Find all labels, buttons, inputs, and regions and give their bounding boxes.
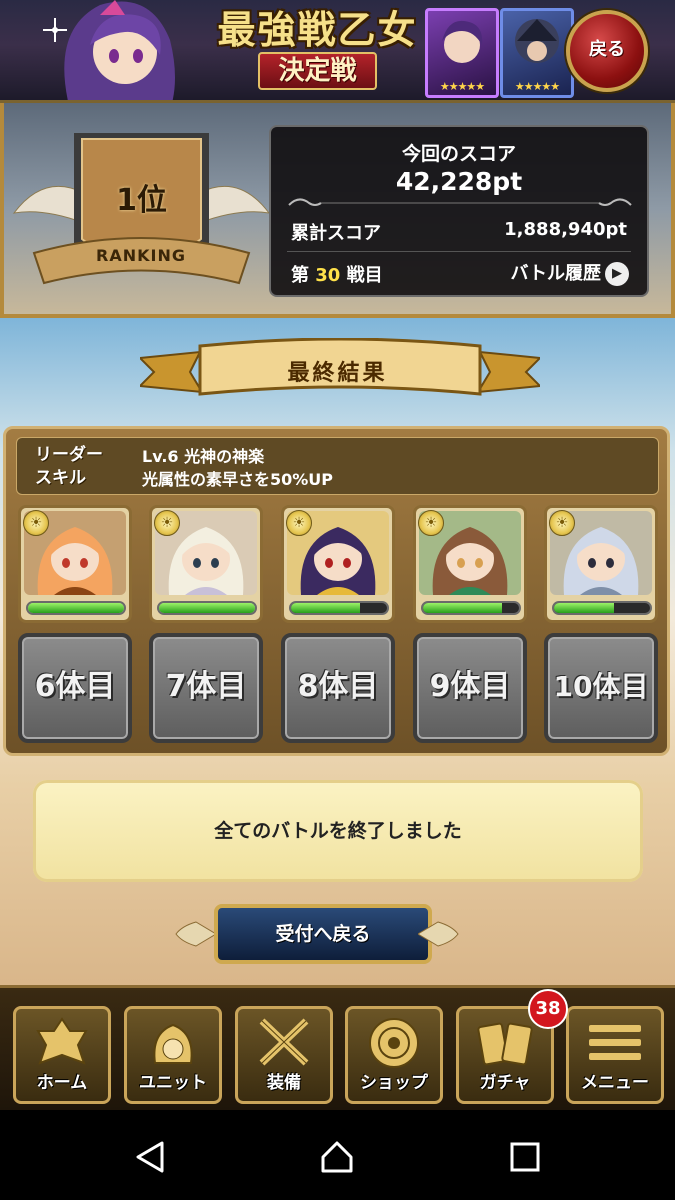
featured-card-1: ★★★★★ [425,8,499,98]
unit-card-1[interactable]: ☀ [18,505,132,623]
card-portrait-1 [442,20,483,63]
leader-skill-name: Lv.6 光神の神楽 [142,447,265,466]
return-to-reception-button[interactable]: 受付へ戻る [214,904,432,964]
unit-card-5[interactable]: ☀ [544,505,658,623]
empty-slot-10[interactable]: 10体目 [544,633,658,743]
featured-card-2: ★★★★★ [500,8,574,98]
empty-slot-8[interactable]: 8体目 [281,633,395,743]
nav-shop-label: ショップ [360,1073,428,1093]
leader-skill-label: リーダー スキル [35,444,125,490]
nav-home-button[interactable]: ホーム [13,1006,111,1104]
nav-shop-button[interactable]: ショップ [345,1006,443,1104]
home-crest-icon [36,1017,88,1065]
battle-history-label: バトル履歴 [510,263,601,284]
total-score-label: 累計スコア [291,223,381,244]
hp-fill [423,603,502,613]
leader-label-line2: スキル [35,468,86,488]
light-element-icon: ☀ [286,510,312,536]
light-element-icon: ☀ [418,510,444,536]
banner-character-illustration [43,0,175,100]
score-panel: 1位 RANKING 今回のスコア 42,228pt 累計スコア 1,888,9… [0,103,675,318]
empty-slot-7[interactable]: 7体目 [149,633,263,743]
unit-hp-bar-5 [552,601,652,615]
ornament-right-icon [418,921,459,947]
leader-skill-text: Lv.6 光神の神楽 光属性の素早さを50%UP [142,445,333,491]
unit-card-3[interactable]: ☀ [281,505,395,623]
recent-apps-icon[interactable] [505,1137,545,1177]
hp-fill [159,603,255,613]
light-element-icon: ☀ [23,510,49,536]
event-banner: 最強戦乙女 決定戦 ★★★★★ ★★★★★ 戻る [0,0,675,103]
battle-count-suffix: 戦目 [346,265,383,286]
event-title-sub: 決定戦 [258,52,377,90]
nav-gacha-label: ガチャ [479,1073,531,1093]
nav-home-label: ホーム [36,1073,88,1093]
unit-hp-bar-4 [421,601,521,615]
event-title-main: 最強戦乙女 [217,7,418,52]
ranking-label: RANKING [96,246,186,265]
light-element-icon: ☀ [154,510,180,536]
ornament-left-icon [175,921,216,947]
hp-fill [28,603,124,613]
menu-lines-icon [589,1025,641,1060]
hp-fill [554,603,614,613]
unit-hp-bar-3 [289,601,389,615]
shop-medallion-icon [369,1018,419,1068]
empty-slot-6[interactable]: 6体目 [18,633,132,743]
crossed-swords-icon [259,1018,309,1066]
battle-count: 第 30 戦目 [291,261,383,287]
return-button-frame: 受付へ戻る [172,898,502,970]
back-triangle-icon[interactable] [130,1137,170,1177]
battle-count-prefix: 第 [291,265,309,286]
nav-equipment-label: 装備 [267,1073,301,1093]
play-arrow-icon: ▶ [605,262,629,286]
card-rarity-stars-2: ★★★★★ [514,80,560,93]
current-score-label: 今回のスコア [401,143,516,165]
completion-message: 全てのバトルを終了しました [214,820,462,842]
unit-hp-bar-1 [26,601,126,615]
final-result-label: 最終結果 [287,361,388,386]
gacha-notification-badge: 38 [528,989,568,1029]
unit-helmet-icon [153,1023,193,1064]
current-score-value: 42,228pt [395,167,523,196]
rank-position: 1位 [116,183,167,218]
light-element-icon: ☀ [549,510,575,536]
total-score-value: 1,888,940pt [504,219,627,240]
nav-unit-button[interactable]: ユニット [124,1006,222,1104]
gacha-cards-icon [477,1022,533,1066]
unit-hp-bar-2 [157,601,257,615]
divider [287,251,631,252]
score-summary-box: 今回のスコア 42,228pt 累計スコア 1,888,940pt 第 30 戦… [269,125,649,297]
hp-fill [291,603,361,613]
nav-menu-label: メニュー [581,1073,649,1093]
team-panel: リーダー スキル Lv.6 光神の神楽 光属性の素早さを50%UP ☀ ☀ ☀ … [3,426,670,756]
message-scroll: 全てのバトルを終了しました [33,780,643,882]
leader-label-line1: リーダー [35,445,103,465]
event-title: 最強戦乙女 決定戦 [210,6,425,94]
nav-equipment-button[interactable]: 装備 [235,1006,333,1104]
battle-count-number: 30 [315,265,341,286]
bottom-navigation: ホーム ユニット 装備 ショップ ガチャ メニュー [0,985,675,1110]
home-icon[interactable] [317,1137,357,1177]
nav-unit-label: ユニット [139,1073,207,1093]
battle-history-link[interactable]: バトル履歴 ▶ [510,259,629,286]
empty-slot-9[interactable]: 9体目 [413,633,527,743]
leader-skill-bar: リーダー スキル Lv.6 光神の神楽 光属性の素早さを50%UP [16,437,659,495]
android-navigation-bar [0,1110,675,1200]
leader-skill-desc: 光属性の素早さを50%UP [142,470,334,489]
unit-card-2[interactable]: ☀ [149,505,263,623]
back-button[interactable]: 戻る [566,10,648,92]
card-rarity-stars-1: ★★★★★ [439,80,485,93]
unit-card-4[interactable]: ☀ [413,505,527,623]
ornament-divider [288,198,632,206]
nav-menu-button[interactable]: メニュー [566,1006,664,1104]
card-portrait-2 [515,19,559,63]
